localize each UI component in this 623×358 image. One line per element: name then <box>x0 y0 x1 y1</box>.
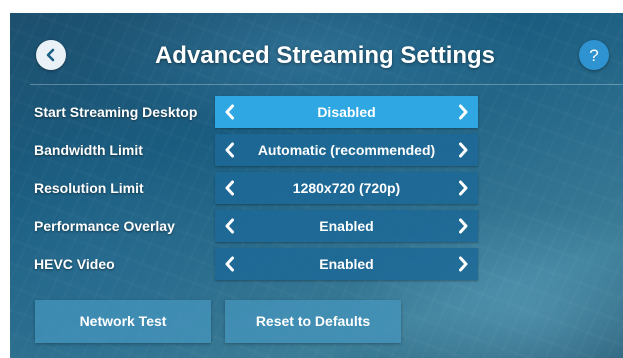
setting-label: Performance Overlay <box>34 218 175 234</box>
setting-selector[interactable]: Automatic (recommended) <box>215 134 478 166</box>
setting-row-start-streaming-desktop: Start Streaming Desktop Disabled <box>10 96 623 128</box>
page-title: Advanced Streaming Settings <box>154 42 496 69</box>
setting-label: Start Streaming Desktop <box>34 104 198 120</box>
chevron-left-icon <box>225 218 234 234</box>
setting-value: Automatic (recommended) <box>257 142 436 158</box>
setting-label: Resolution Limit <box>34 180 144 196</box>
back-button[interactable] <box>36 40 66 70</box>
setting-label: HEVC Video <box>34 256 115 272</box>
next-option-button[interactable] <box>448 96 478 128</box>
next-option-button[interactable] <box>448 210 478 242</box>
setting-row-resolution-limit: Resolution Limit 1280x720 (720p) <box>10 172 623 204</box>
next-option-button[interactable] <box>448 248 478 280</box>
setting-row-bandwidth-limit: Bandwidth Limit Automatic (recommended) <box>10 134 623 166</box>
setting-selector[interactable]: Disabled <box>215 96 478 128</box>
setting-value: Enabled <box>319 218 374 234</box>
setting-row-performance-overlay: Performance Overlay Enabled <box>10 210 623 242</box>
chevron-left-icon <box>46 48 55 62</box>
next-option-button[interactable] <box>448 172 478 204</box>
setting-value: 1280x720 (720p) <box>292 180 401 196</box>
setting-selector[interactable]: Enabled <box>215 248 478 280</box>
chevron-right-icon <box>459 142 468 158</box>
setting-selector[interactable]: Enabled <box>215 210 478 242</box>
chevron-left-icon <box>225 180 234 196</box>
chevron-left-icon <box>225 256 234 272</box>
reset-to-defaults-button[interactable]: Reset to Defaults <box>225 300 401 343</box>
setting-row-hevc-video: HEVC Video Enabled <box>10 248 623 280</box>
previous-option-button[interactable] <box>215 210 245 242</box>
chevron-left-icon <box>225 142 234 158</box>
setting-selector[interactable]: 1280x720 (720p) <box>215 172 478 204</box>
setting-value: Disabled <box>317 104 376 120</box>
chevron-right-icon <box>459 180 468 196</box>
chevron-right-icon <box>459 256 468 272</box>
previous-option-button[interactable] <box>215 248 245 280</box>
previous-option-button[interactable] <box>215 134 245 166</box>
help-icon: ? <box>589 45 599 65</box>
previous-option-button[interactable] <box>215 96 245 128</box>
settings-screen: Advanced Streaming Settings ? Start Stre… <box>10 13 623 358</box>
header-divider <box>30 84 623 85</box>
help-button[interactable]: ? <box>579 40 609 70</box>
setting-value: Enabled <box>319 256 374 272</box>
chevron-right-icon <box>459 104 468 120</box>
previous-option-button[interactable] <box>215 172 245 204</box>
next-option-button[interactable] <box>448 134 478 166</box>
chevron-left-icon <box>225 104 234 120</box>
network-test-button[interactable]: Network Test <box>35 300 211 343</box>
chevron-right-icon <box>459 218 468 234</box>
setting-label: Bandwidth Limit <box>34 142 143 158</box>
